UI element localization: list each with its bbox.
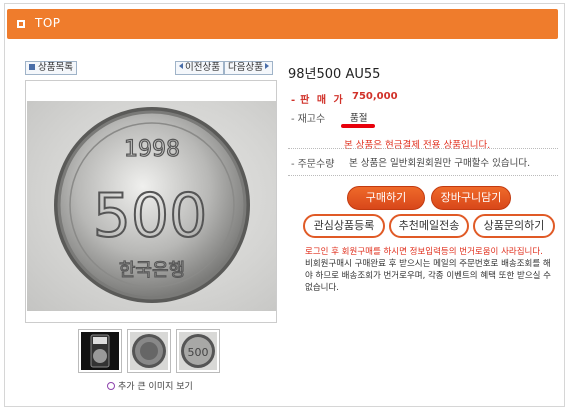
prev-product-label: 이전상품 [185, 62, 220, 73]
sold-out-underline [341, 124, 375, 128]
member-only-notice: 본 상품은 일반회원회원만 구매할수 있습니다. [349, 158, 531, 169]
stock-dash: - [291, 114, 295, 125]
stock-value: 품절 [350, 113, 368, 124]
coin-value: 500 [93, 181, 208, 251]
square-icon [17, 20, 25, 28]
thumbnail-coin-back[interactable] [127, 329, 171, 373]
coin-country: 한국은행 [119, 260, 185, 281]
quantity-label-text: 주문수량 [297, 159, 335, 170]
next-product-button[interactable]: 다음상품 [224, 61, 273, 75]
zoom-image-label: 추가 큰 이미지 보기 [118, 382, 193, 392]
product-list-label: 상품목록 [38, 62, 73, 73]
login-notice: 로그인 후 회원구매를 하시면 정보입력등의 번거로움이 사라집니다. [305, 247, 543, 257]
top-bar: TOP [7, 9, 558, 39]
thumbnail-coin-front[interactable]: 500 [176, 329, 220, 373]
magnifier-icon [107, 382, 115, 390]
product-title: 98년500 AU55 [288, 67, 381, 82]
recommend-mail-button[interactable]: 추천메일전송 [389, 214, 469, 238]
coin-front-thumb-art: 500 [179, 332, 217, 370]
add-to-cart-button[interactable]: 장바구니담기 [431, 186, 511, 210]
coin-back-thumb-art [130, 332, 168, 370]
coin-photo: 1998 500 한국은행 [27, 101, 276, 311]
stock-label-text: 재고수 [297, 114, 326, 125]
price-label-text: 판 매 가 [300, 95, 345, 106]
next-product-label: 다음상품 [228, 62, 263, 73]
zoom-image-link[interactable]: 추가 큰 이미지 보기 [107, 379, 193, 392]
arrow-left-icon [179, 63, 183, 69]
divider [288, 148, 558, 149]
product-list-button[interactable]: 상품목록 [25, 61, 77, 75]
buy-button[interactable]: 구매하기 [347, 186, 425, 210]
list-icon [29, 64, 35, 70]
main-product-image[interactable]: 1998 500 한국은행 [25, 80, 277, 323]
slab-thumb-art [81, 332, 119, 370]
coin-illustration: 1998 500 한국은행 [54, 107, 250, 303]
quantity-dash: - [291, 159, 295, 170]
guest-purchase-notice: 비회원구매시 구매완료 후 받으시는 메일의 주문번호로 배송조회를 해야 하므… [305, 259, 551, 293]
coin-year: 1998 [124, 137, 180, 162]
add-wishlist-button[interactable]: 관심상품등록 [303, 214, 385, 238]
divider [288, 175, 558, 176]
thumbnail-slab[interactable] [78, 329, 122, 373]
arrow-right-icon [264, 63, 269, 69]
stock-label: - 재고수 [291, 110, 325, 125]
price-dash: - [291, 95, 298, 106]
price-value: 750,000 [352, 91, 398, 102]
prev-product-button[interactable]: 이전상품 [175, 61, 224, 75]
quantity-label: - 주문수량 [291, 155, 334, 170]
price-label: -판 매 가 [291, 91, 345, 106]
top-title: TOP [35, 16, 61, 30]
product-inquiry-button[interactable]: 상품문의하기 [473, 214, 555, 238]
thumb-coin-value: 500 [188, 346, 209, 359]
